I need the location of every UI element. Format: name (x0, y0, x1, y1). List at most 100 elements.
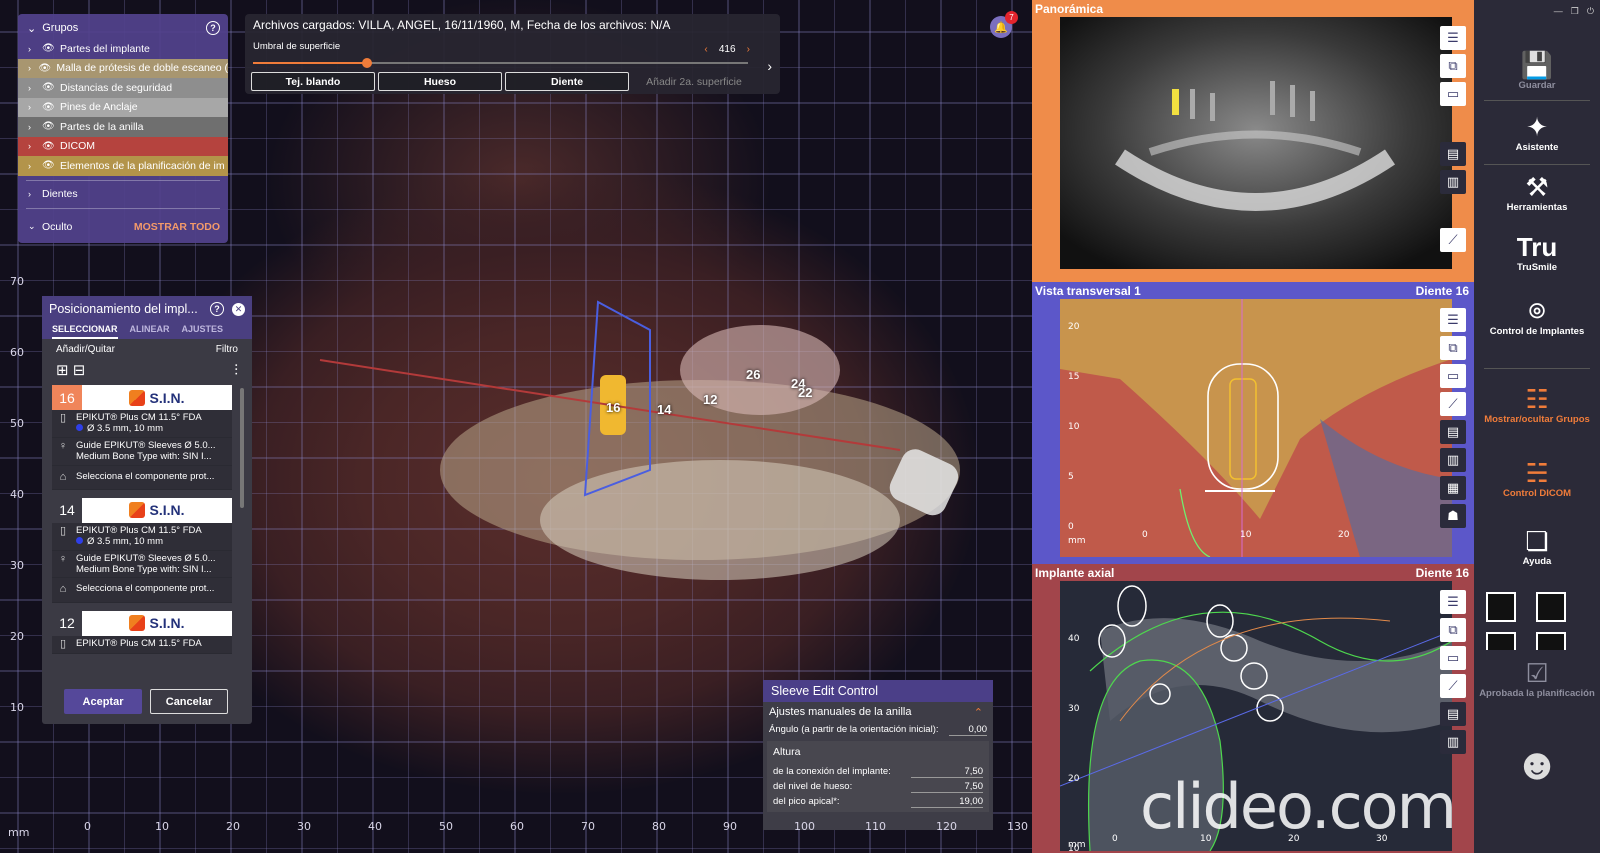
angle-input[interactable]: 0,00 (949, 724, 987, 736)
eye-icon[interactable]: 👁 (42, 141, 55, 152)
group-item[interactable]: › 👁 DICOM (18, 136, 228, 156)
add-second-surface-button[interactable]: Añadir 2a. superficie (632, 72, 756, 91)
layout-icon[interactable]: ⧉ (1440, 618, 1466, 642)
chevron-right-icon[interactable]: › (28, 141, 36, 151)
skull-icon[interactable]: ☗ (1440, 504, 1466, 528)
chevron-up-icon[interactable]: ⌃ (974, 706, 983, 719)
layout-preset-2[interactable] (1536, 592, 1566, 622)
screen-icon[interactable]: ▭ (1440, 646, 1466, 670)
slider-handle[interactable] (361, 58, 372, 68)
restore-icon[interactable]: ❐ (1571, 6, 1579, 17)
lower-jaw-icon[interactable]: ▥ (1440, 448, 1466, 472)
eye-icon[interactable]: 👁 (42, 160, 55, 171)
cross-section-image[interactable] (1060, 299, 1452, 557)
group-item[interactable]: › 👁 Pines de Anclaje (18, 97, 228, 117)
group-dientes[interactable]: › Dientes (18, 185, 228, 205)
sidebar-item[interactable]: ☷ Mostrar/ocultar Grupos (1474, 384, 1600, 425)
panoramic-image[interactable] (1060, 17, 1452, 269)
screen-icon[interactable]: ▭ (1440, 82, 1466, 106)
close-icon[interactable]: ✕ (232, 302, 245, 316)
guide-row[interactable]: ♀ Guide EPIKUT® Sleeves Ø 5.0... Medium … (52, 550, 232, 579)
sidebar-item[interactable]: ⚒ Herramientas (1474, 172, 1600, 213)
lower-jaw-icon[interactable]: ▥ (1440, 730, 1466, 754)
help-icon[interactable]: ? (210, 302, 224, 316)
upper-jaw-icon[interactable]: ▤ (1440, 142, 1466, 166)
jaw-render-icon[interactable]: ▦ (1440, 476, 1466, 500)
layout-preset-3[interactable] (1486, 632, 1516, 650)
chevron-right-icon[interactable]: › (28, 44, 36, 54)
help-icon[interactable]: ? (206, 21, 220, 35)
notifications-button[interactable]: 🔔 7 (990, 11, 1018, 38)
chevron-right-icon[interactable]: › (28, 83, 36, 93)
eye-icon[interactable]: 👁 (42, 102, 55, 113)
scrollbar[interactable] (240, 388, 244, 508)
menu-icon[interactable]: ☰ (1440, 590, 1466, 614)
menu-icon[interactable]: ☰ (1440, 26, 1466, 50)
chevron-right-icon[interactable]: › (28, 161, 36, 171)
groups-header[interactable]: ⌄ Grupos (27, 22, 78, 35)
chevron-right-icon[interactable]: › (767, 58, 772, 74)
implant-row[interactable]: ▯ EPIKUT® Plus CM 11.5° FDA Ø 3.5 mm, 10… (52, 410, 232, 438)
add-implant-icon[interactable]: ⊞ (56, 362, 69, 379)
sidebar-item[interactable]: ☵ Control DICOM (1474, 458, 1600, 499)
implant-entry-header[interactable]: 14 S.I.N. (52, 497, 232, 523)
3d-viewport[interactable]: 16 14 12 26 24 22 ⌄ Grupos ? › 👁 Partes del i… (0, 0, 1032, 853)
remove-implant-icon[interactable]: ⊟ (73, 362, 86, 379)
sidebar-item[interactable]: ❏ Ayuda (1474, 526, 1600, 567)
upper-jaw-icon[interactable]: ▤ (1440, 702, 1466, 726)
implant-entry-header[interactable]: 12 S.I.N. (52, 610, 232, 636)
height-input[interactable]: 7,50 (911, 766, 983, 778)
eye-icon[interactable]: 👁 (38, 63, 51, 74)
implant-row[interactable]: ▯ EPIKUT® Plus CM 11.5° FDA Ø 3.5 mm, 10… (52, 522, 232, 551)
bone-button[interactable]: Hueso (378, 72, 502, 91)
show-all-button[interactable]: MOSTRAR TODO (134, 221, 220, 233)
prosthetic-row[interactable]: ⌂ Selecciona el componente prot... (52, 465, 232, 490)
chevron-right-icon[interactable]: › (28, 122, 36, 132)
threshold-slider[interactable] (253, 58, 748, 68)
group-item[interactable]: › 👁 Elementos de la planificación de im (18, 156, 228, 176)
implant-row[interactable]: ▯ EPIKUT® Plus CM 11.5° FDA (52, 635, 232, 654)
probe-icon[interactable]: ⟋ (1440, 228, 1466, 252)
tab-seleccionar[interactable]: SELECCIONAR (52, 322, 118, 339)
probe-icon[interactable]: ⟋ (1440, 392, 1466, 416)
upper-jaw-icon[interactable]: ▤ (1440, 420, 1466, 444)
soft-tissue-button[interactable]: Tej. blando (251, 72, 375, 91)
group-oculto[interactable]: ⌄ Oculto (27, 217, 72, 237)
filter-icon[interactable]: ⫶ (234, 362, 238, 379)
sidebar-item[interactable]: ⌾ Control de Implantes (1474, 296, 1600, 337)
eye-icon[interactable]: 👁 (42, 82, 55, 93)
layout-preset-1[interactable] (1486, 592, 1516, 622)
lower-jaw-icon[interactable]: ▥ (1440, 170, 1466, 194)
layout-icon[interactable]: ⧉ (1440, 336, 1466, 360)
tab-ajustes[interactable]: AJUSTES (182, 322, 224, 339)
group-item[interactable]: › 👁 Distancias de seguridad (18, 78, 228, 98)
sidebar-item[interactable]: ✦ Asistente (1474, 112, 1600, 153)
layout-icon[interactable]: ⧉ (1440, 54, 1466, 78)
prosthetic-row[interactable]: ⌂ Selecciona el componente prot... (52, 578, 232, 603)
guide-row[interactable]: ♀ Guide EPIKUT® Sleeves Ø 5.0... Medium … (52, 437, 232, 466)
height-input[interactable]: 7,50 (911, 781, 983, 793)
chevron-right-icon[interactable]: › (28, 63, 32, 73)
sidebar-item[interactable]: ☑ Aprobada la planificación (1474, 658, 1600, 699)
height-input[interactable]: 19,00 (911, 796, 983, 808)
group-item[interactable]: › 👁 Partes del implante (18, 39, 228, 59)
minimize-icon[interactable]: — (1554, 6, 1563, 17)
exit-icon[interactable]: ⏻ (1587, 6, 1594, 17)
sidebar-item[interactable]: Tru TruSmile (1474, 232, 1600, 273)
implant-entry-header[interactable]: 16 S.I.N. (52, 385, 232, 410)
sidebar-item[interactable]: 💾 Guardar (1474, 50, 1600, 91)
menu-icon[interactable]: ☰ (1440, 308, 1466, 332)
accept-button[interactable]: Aceptar (64, 689, 142, 714)
screen-icon[interactable]: ▭ (1440, 364, 1466, 388)
threshold-value[interactable]: ‹ 416 › (704, 44, 750, 55)
manual-adjustments-section[interactable]: Ajustes manuales de la anilla ⌃ (763, 702, 993, 722)
tab-alinear[interactable]: ALINEAR (130, 322, 170, 339)
decrement-icon[interactable]: ‹ (704, 44, 707, 55)
tooth-button[interactable]: Diente (505, 72, 629, 91)
eye-icon[interactable]: 👁 (42, 121, 55, 132)
group-item[interactable]: › 👁 Malla de prótesis de doble escaneo ( (18, 58, 228, 78)
increment-icon[interactable]: › (747, 44, 750, 55)
eye-icon[interactable]: 👁 (42, 43, 55, 54)
group-item[interactable]: › 👁 Partes de la anilla (18, 117, 228, 137)
chevron-right-icon[interactable]: › (28, 102, 36, 112)
